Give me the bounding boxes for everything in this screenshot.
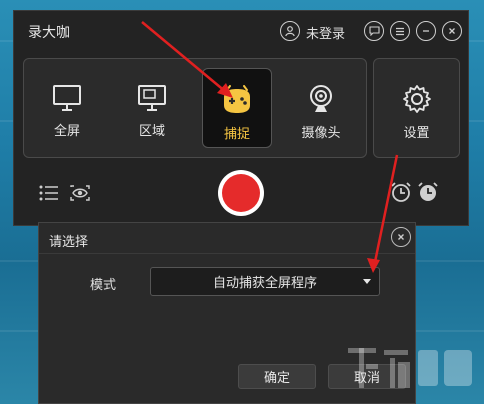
monitor-icon — [53, 85, 81, 111]
mode-label: 全屏 — [53, 124, 80, 139]
mode-select-value: 自动捕获全屏程序 — [212, 276, 317, 291]
user-icon[interactable] — [280, 21, 300, 41]
scheduled-record-icon[interactable] — [390, 181, 412, 203]
mode-fullscreen[interactable]: 全屏 — [32, 68, 102, 148]
mode-label: 捕捉 — [223, 127, 250, 142]
mode-webcam[interactable]: 摄像头 — [286, 68, 356, 148]
minimize-button[interactable] — [416, 21, 436, 41]
mode-region[interactable]: 区域 — [117, 68, 187, 148]
webcam-icon — [310, 85, 332, 112]
list-icon[interactable] — [39, 185, 59, 201]
record-dot — [222, 174, 260, 212]
mode-field-label: 模式 — [90, 278, 117, 293]
chevron-down-icon — [363, 279, 371, 284]
feedback-button[interactable] — [364, 21, 384, 41]
preview-eye-icon[interactable] — [70, 185, 90, 201]
app-title: 录大咖 — [28, 25, 70, 41]
mode-select[interactable]: 自动捕获全屏程序 — [150, 267, 380, 296]
mode-capture[interactable]: 捕捉 — [202, 68, 272, 148]
menu-button[interactable] — [390, 21, 410, 41]
record-button[interactable] — [218, 170, 264, 216]
dialog-title: 请选择 — [49, 235, 89, 250]
mode-label: 区域 — [138, 124, 165, 139]
title-bar: 录大咖 未登录 — [14, 11, 468, 51]
settings-button[interactable]: 设置 — [373, 58, 460, 158]
timer-icon[interactable] — [417, 181, 439, 203]
region-icon — [138, 85, 166, 111]
dialog-divider — [39, 253, 415, 254]
mode-label: 摄像头 — [301, 126, 341, 141]
gear-icon — [402, 85, 431, 113]
login-status[interactable]: 未登录 — [306, 23, 345, 42]
watermark-logo — [348, 348, 472, 388]
settings-label: 设置 — [403, 126, 430, 141]
app-window: 录大咖 未登录 全屏 区域 捕捉 摄像头 设置 — [13, 10, 469, 226]
mode-panel: 全屏 区域 捕捉 摄像头 — [23, 58, 367, 158]
dialog-close-button[interactable] — [391, 227, 411, 247]
gamepad-icon — [224, 85, 250, 113]
ok-button[interactable]: 确定 — [238, 364, 316, 389]
close-button[interactable] — [442, 21, 462, 41]
